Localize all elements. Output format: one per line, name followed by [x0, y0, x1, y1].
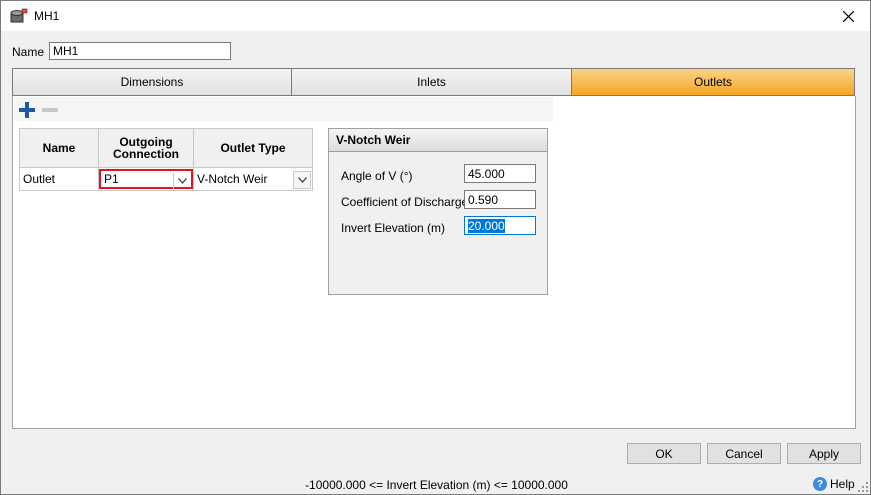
outgoing-connection-select[interactable]: P1: [99, 169, 193, 189]
header-name: Name: [19, 128, 99, 168]
title-bar: MH1: [1, 1, 870, 31]
help-link[interactable]: ? Help: [813, 477, 855, 491]
outlet-type-value: V-Notch Weir: [197, 172, 268, 186]
chevron-down-icon[interactable]: [173, 173, 190, 189]
invert-elevation-value: 20.000: [468, 218, 505, 233]
window-title: MH1: [34, 9, 60, 23]
tab-inlets[interactable]: Inlets: [292, 68, 572, 96]
outlets-panel: Name Outgoing Connection Outlet Type Out…: [12, 96, 856, 429]
cell-outlet-type[interactable]: V-Notch Weir: [193, 167, 313, 191]
weir-title: V-Notch Weir: [329, 129, 547, 152]
cancel-button[interactable]: Cancel: [707, 443, 781, 464]
table-header-row: Name Outgoing Connection Outlet Type: [19, 128, 313, 168]
apply-button[interactable]: Apply: [787, 443, 861, 464]
resize-grip-icon[interactable]: [858, 482, 868, 492]
cell-outgoing-connection[interactable]: P1: [98, 167, 194, 191]
tab-outlets[interactable]: Outlets: [572, 68, 855, 96]
outlet-type-select[interactable]: V-Notch Weir: [194, 169, 312, 189]
name-label: Name: [12, 45, 45, 59]
outgoing-connection-value: P1: [104, 172, 119, 186]
manhole-icon: [10, 8, 28, 23]
name-input[interactable]: MH1: [49, 42, 231, 60]
header-outlet-type: Outlet Type: [193, 128, 313, 168]
table-row: Outlet P1 V-Notch Weir: [19, 167, 313, 191]
ok-button[interactable]: OK: [627, 443, 701, 464]
minus-icon[interactable]: [42, 108, 58, 112]
dialog-window: MH1 Name MH1 Dimensions Inlets Outlets N…: [0, 0, 871, 495]
close-icon: [842, 10, 854, 22]
v-notch-weir-group: V-Notch Weir Angle of V (°) 45.000 Coeff…: [328, 128, 548, 295]
invert-elevation-label: Invert Elevation (m): [341, 221, 446, 235]
cell-name[interactable]: Outlet: [19, 167, 99, 191]
tab-dimensions[interactable]: Dimensions: [12, 68, 292, 96]
help-label: Help: [830, 477, 855, 491]
chevron-down-icon[interactable]: [293, 171, 311, 189]
status-message: -10000.000 <= Invert Elevation (m) <= 10…: [305, 478, 568, 492]
discharge-coefficient-label: Coefficient of Discharge: [341, 195, 469, 209]
header-outgoing-connection: Outgoing Connection: [98, 128, 194, 168]
outlet-name-value: Outlet: [23, 172, 56, 186]
header-outgoing-line2: Connection: [113, 147, 179, 161]
plus-icon[interactable]: [19, 102, 35, 118]
angle-label: Angle of V (°): [341, 169, 413, 183]
angle-input[interactable]: 45.000: [464, 164, 536, 183]
help-icon: ?: [813, 477, 827, 491]
discharge-coefficient-input[interactable]: 0.590: [464, 190, 536, 209]
invert-elevation-input[interactable]: 20.000: [464, 216, 536, 235]
close-button[interactable]: [826, 1, 870, 31]
outlets-table: Name Outgoing Connection Outlet Type Out…: [19, 128, 313, 191]
tab-bar: Dimensions Inlets Outlets: [12, 68, 855, 96]
outlets-toolbar: [14, 97, 553, 121]
